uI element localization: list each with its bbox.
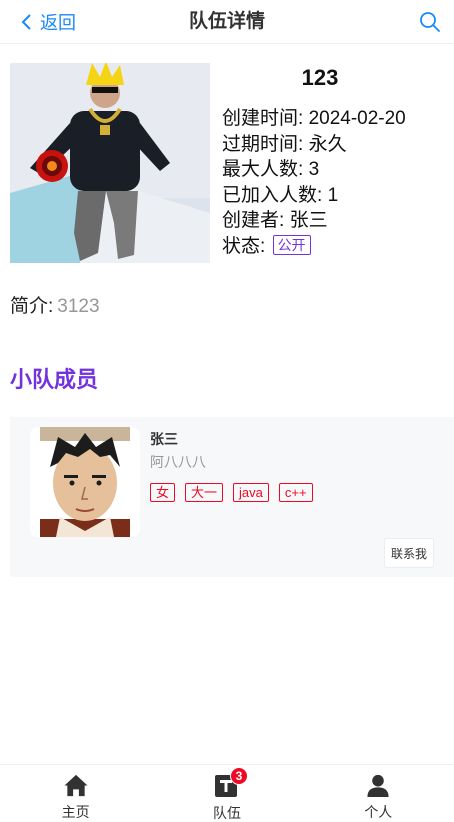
team-name: 123 — [301, 65, 339, 90]
tab-team-label: 队伍 — [212, 805, 241, 821]
joined-num-label: 已加入人数: — [222, 184, 328, 206]
tab-team[interactable]: 3 队伍 — [151, 765, 302, 822]
status-badge: 公开 — [272, 234, 311, 255]
member-avatar — [30, 427, 140, 537]
contact-button[interactable]: 联系我 — [384, 538, 434, 568]
status-row: 状态: 公开 — [222, 234, 406, 260]
joined-num-value: 1 — [327, 184, 339, 206]
member-name: 张三 — [150, 431, 178, 447]
status-label: 状态: — [222, 235, 271, 257]
tab-profile-label: 个人 — [364, 804, 393, 820]
member-tag: java — [233, 483, 269, 502]
home-icon — [64, 774, 88, 797]
expire-time-label: 过期时间: — [222, 133, 309, 155]
member-tag: c++ — [278, 483, 313, 502]
team-icon-wrap: 3 — [214, 767, 248, 799]
member-card: 张三 阿八八八 女 大一 java c++ 联系我 — [10, 417, 454, 577]
member-tag: 女 — [150, 483, 176, 502]
create-time-value: 2024-02-20 — [308, 108, 406, 129]
team-info: 创建时间: 2024-02-20 过期时间: 永久 最大人数: 3 已加入人数:… — [222, 106, 406, 259]
user-icon — [367, 774, 389, 798]
search-icon[interactable] — [418, 10, 442, 34]
members-section-title: 小队成员 — [10, 367, 99, 392]
intro-label: 简介: — [10, 296, 54, 317]
team-badge: 3 — [229, 767, 248, 785]
tab-home-label: 主页 — [61, 804, 90, 820]
expire-time-row: 过期时间: 永久 — [222, 132, 406, 158]
tab-profile[interactable]: 个人 — [303, 765, 454, 822]
max-num-label: 最大人数: — [222, 159, 309, 180]
member-tag: 大一 — [185, 483, 224, 502]
member-desc: 阿八八八 — [150, 454, 206, 470]
joined-num-row: 已加入人数: 1 — [222, 183, 406, 209]
tab-home[interactable]: 主页 — [0, 765, 151, 822]
page-title: 队伍详情 — [188, 11, 265, 32]
team-cover-image — [10, 63, 210, 263]
expire-time-value: 永久 — [308, 133, 347, 155]
max-num-value: 3 — [308, 159, 320, 180]
intro-value: 3123 — [57, 296, 100, 317]
create-time-label: 创建时间: — [222, 108, 309, 129]
create-time-row: 创建时间: 2024-02-20 — [222, 106, 406, 132]
tab-bar: 主页 3 队伍 个人 — [0, 764, 454, 822]
max-num-row: 最大人数: 3 — [222, 157, 406, 183]
creator-label: 创建者: — [222, 210, 290, 231]
creator-row: 创建者: 张三 — [222, 208, 406, 234]
creator-value: 张三 — [289, 210, 328, 231]
nav-bar: 返回 队伍详情 — [0, 0, 454, 44]
member-tags: 女 大一 java c++ — [150, 483, 323, 502]
team-intro: 简介: 3123 — [10, 294, 100, 320]
